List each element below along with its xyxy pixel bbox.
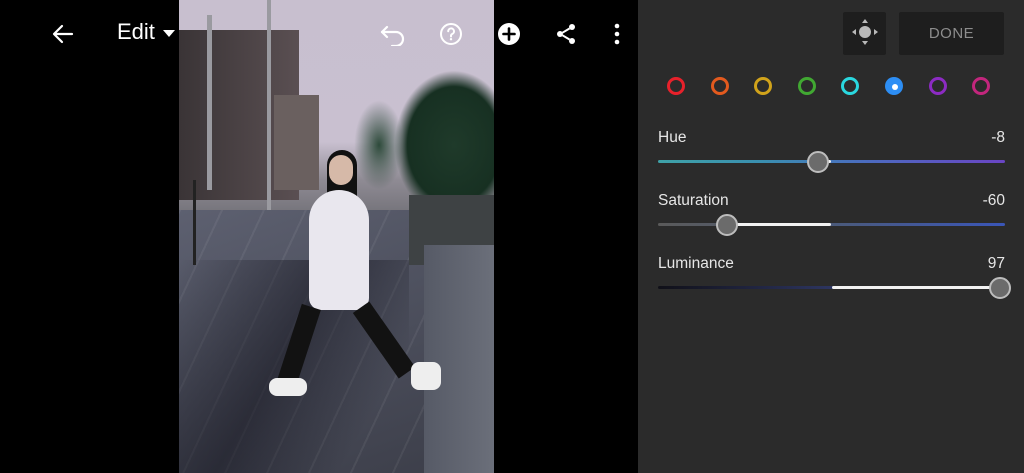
color-swatch-magenta[interactable] <box>972 77 991 95</box>
color-swatch-green[interactable] <box>797 77 816 95</box>
color-mix-panel: DONE Hue -8 Saturation -60 Luminance 97 <box>638 0 1024 473</box>
luminance-slider-knob[interactable] <box>988 277 1011 299</box>
photo-woman <box>309 190 369 310</box>
caret-down-icon <box>162 30 175 37</box>
color-swatch-purple[interactable] <box>928 77 947 95</box>
saturation-slider-knob[interactable] <box>716 214 739 236</box>
color-selector <box>667 76 997 102</box>
luminance-slider: Luminance 97 <box>658 255 1011 300</box>
photo-steps <box>424 245 494 473</box>
more-vertical-icon[interactable] <box>598 15 636 53</box>
hue-track[interactable] <box>658 160 1005 163</box>
color-swatch-red[interactable] <box>667 77 685 95</box>
photo-canvas: Edit <box>0 0 638 473</box>
edit-mode-dropdown[interactable]: Edit <box>117 19 175 45</box>
saturation-label: Saturation <box>658 192 729 209</box>
back-arrow-icon[interactable] <box>44 15 82 53</box>
luminance-value: 97 <box>987 255 1005 272</box>
photo-woman <box>411 362 441 390</box>
color-swatch-yellow[interactable] <box>754 77 773 95</box>
color-swatch-orange[interactable] <box>710 77 729 95</box>
undo-icon[interactable] <box>374 15 412 53</box>
hue-label: Hue <box>658 129 687 146</box>
add-icon[interactable] <box>490 15 528 53</box>
target-adjust-icon <box>850 17 880 51</box>
luminance-label: Luminance <box>658 255 734 272</box>
help-icon[interactable] <box>432 15 470 53</box>
hue-value: -8 <box>991 129 1005 146</box>
photo-woman <box>269 378 307 396</box>
share-icon[interactable] <box>547 15 585 53</box>
color-swatch-blue[interactable] <box>885 77 903 95</box>
edit-mode-label: Edit <box>117 19 155 44</box>
photo-trees <box>354 100 404 190</box>
hue-slider-knob[interactable] <box>806 151 829 173</box>
hue-slider: Hue -8 <box>658 129 1005 174</box>
photo-building <box>274 95 319 190</box>
color-swatch-aqua[interactable] <box>841 77 860 95</box>
luminance-fill <box>831 286 1000 289</box>
done-button[interactable]: DONE <box>899 12 1004 55</box>
saturation-fill <box>727 223 832 226</box>
saturation-value: -60 <box>982 192 1005 209</box>
target-adjust-button[interactable] <box>843 12 886 55</box>
edited-photo[interactable] <box>179 0 494 473</box>
saturation-track[interactable] <box>658 223 1005 226</box>
saturation-slider: Saturation -60 <box>658 192 1005 237</box>
photo-woman <box>329 155 353 185</box>
top-toolbar: Edit <box>0 0 638 68</box>
photo-scooter-rider <box>193 180 236 265</box>
